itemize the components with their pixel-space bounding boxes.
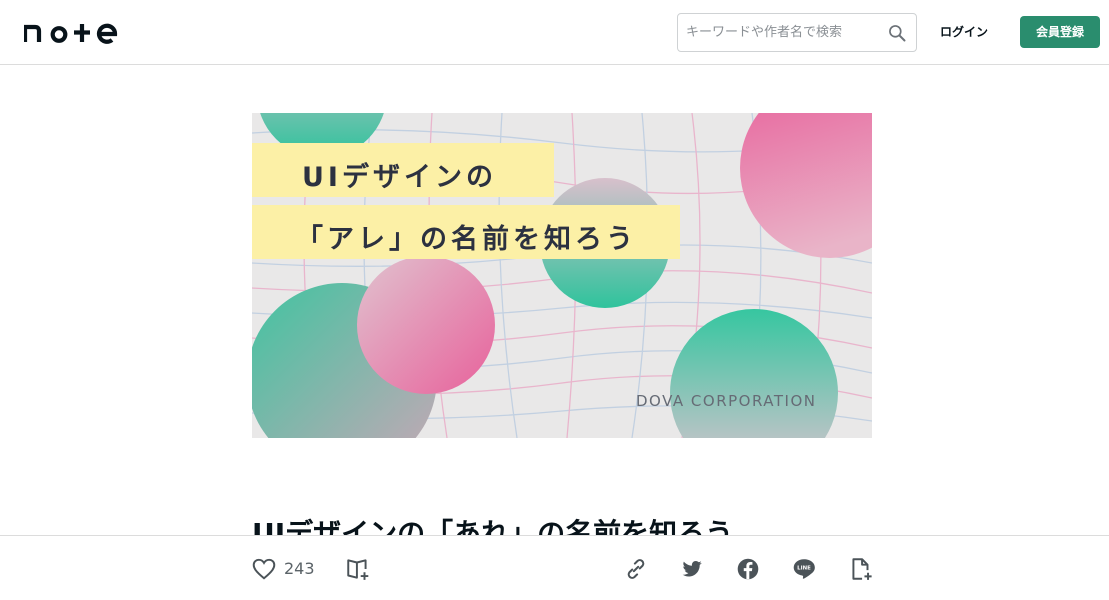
heart-icon xyxy=(252,558,276,580)
twitter-icon xyxy=(682,560,702,577)
link-icon xyxy=(627,559,645,579)
login-button[interactable]: ログイン xyxy=(930,21,998,43)
copy-link-button[interactable] xyxy=(623,556,649,582)
magazine-add-icon xyxy=(347,559,369,580)
embed-button[interactable] xyxy=(848,556,874,582)
share-line-button[interactable]: LINE xyxy=(791,556,817,582)
like-count: 243 xyxy=(284,559,315,578)
share-facebook-button[interactable] xyxy=(735,556,761,582)
svg-text:LINE: LINE xyxy=(797,566,811,572)
eyecatch-headline-line2: 「アレ」の名前を知ろう xyxy=(296,224,637,255)
site-header: ログイン 会員登録 xyxy=(0,0,1109,65)
note-logo[interactable] xyxy=(24,20,124,44)
eyecatch-brand: DOVA CORPORATION xyxy=(636,392,817,410)
share-twitter-button[interactable] xyxy=(679,556,705,582)
like-button[interactable] xyxy=(251,556,277,582)
add-to-magazine-button[interactable] xyxy=(345,556,371,582)
line-icon: LINE xyxy=(793,559,815,579)
search-box xyxy=(677,13,917,52)
embed-icon xyxy=(852,558,872,580)
register-button[interactable]: 会員登録 xyxy=(1020,16,1100,48)
search-icon[interactable] xyxy=(887,23,907,43)
facebook-icon xyxy=(737,558,759,580)
eyecatch-headline-line1: UIデザインの xyxy=(302,162,497,193)
eyecatch-image: UIデザインの 「アレ」の名前を知ろう DOVA CORPORATION xyxy=(252,113,872,438)
search-input[interactable] xyxy=(686,14,882,51)
article-action-bar: 243 LINE xyxy=(0,535,1109,600)
